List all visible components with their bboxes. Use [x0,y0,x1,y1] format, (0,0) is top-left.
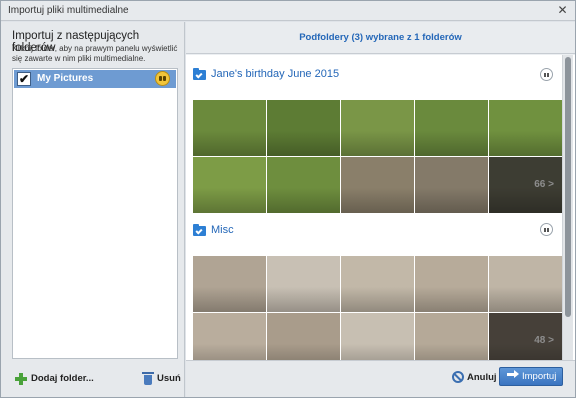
photo-thumbnail[interactable]: 48 > [489,313,562,360]
more-photos-count[interactable]: 48 > [534,335,554,346]
import-arrow-icon [507,370,519,378]
cancel-label: Anuluj [467,372,497,383]
face-badge-icon[interactable] [540,223,553,236]
photo-thumbnail[interactable] [341,313,414,360]
photo-thumbnail[interactable] [193,256,266,312]
folder-list[interactable]: ✔ My Pictures [12,68,178,359]
import-label: Importuj [522,371,557,382]
title-bar: Importuj pliki multimedialne ✕ [1,1,575,21]
photo-thumbnail[interactable] [489,100,562,156]
source-folders-panel: Importuj z następujących folderów Klikni… [1,22,185,397]
section-title-label: Misc [211,224,234,236]
photo-thumbnail[interactable] [267,157,340,213]
photo-thumbnail[interactable] [341,256,414,312]
plus-icon [15,373,27,385]
folder-check-icon [193,224,206,236]
face-recognition-badge-icon[interactable] [155,71,170,86]
preview-header: Podfoldery (3) wybrane z 1 folderów [186,22,575,54]
photo-thumbnail[interactable] [415,157,488,213]
photo-thumbnail[interactable] [193,100,266,156]
folder-check-icon [193,68,206,80]
folder-item-my-pictures[interactable]: ✔ My Pictures [14,70,176,88]
photo-thumbnail[interactable] [193,313,266,360]
photo-thumbnail[interactable]: 66 > [489,157,562,213]
left-footer: Dodaj folder... Usuń [1,364,184,397]
photo-thumbnail[interactable] [415,313,488,360]
close-icon[interactable]: ✕ [556,4,569,17]
photo-thumbnail[interactable] [267,100,340,156]
remove-label: Usuń [157,373,181,384]
photo-thumbnail[interactable] [267,256,340,312]
thumbnail-gallery[interactable]: Jane's birthday June 2015 Misc 66 > 48 > [186,55,575,360]
photo-thumbnail[interactable] [415,100,488,156]
scrollbar-thumb[interactable] [565,57,571,317]
photo-thumbnail[interactable] [489,256,562,312]
add-folder-label: Dodaj folder... [31,373,94,384]
import-button[interactable]: Importuj [499,367,563,386]
face-badge-icon[interactable] [540,68,553,81]
photo-thumbnail[interactable] [341,100,414,156]
import-media-dialog: Importuj pliki multimedialne ✕ Importuj … [0,0,576,398]
photo-thumbnail[interactable] [415,256,488,312]
photo-thumbnail[interactable] [341,157,414,213]
subfolder-summary: Podfoldery (3) wybrane z 1 folderów [299,32,462,43]
photo-thumbnail[interactable] [193,157,266,213]
panel-instructions: Kliknij folder, aby na prawym panelu wyś… [12,44,178,63]
cancel-icon [452,371,464,383]
folder-item-label: My Pictures [37,73,94,84]
gallery-scrollbar[interactable] [562,55,573,360]
photo-thumbnail[interactable] [267,313,340,360]
more-photos-count[interactable]: 66 > [534,179,554,190]
folder-checkbox[interactable]: ✔ [17,72,31,86]
window-title: Importuj pliki multimedialne [8,5,129,16]
section-title-label: Jane's birthday June 2015 [211,68,340,80]
dialog-footer: Anuluj Importuj [186,360,575,397]
trash-icon [142,372,154,385]
preview-panel: Podfoldery (3) wybrane z 1 folderów Jane… [186,22,575,397]
